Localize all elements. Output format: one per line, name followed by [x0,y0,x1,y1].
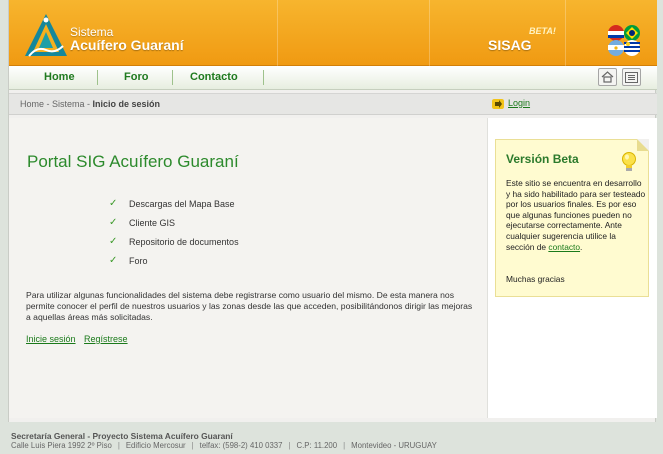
breadcrumb-bar: Home - Sistema - Inicio de sesión Login [9,93,657,115]
breadcrumb: Home - Sistema - Inicio de sesión [20,99,160,109]
app-name: SISAG [488,37,532,53]
page-frame: Sistema Acuífero Guaraní BETA! SISAG Hom… [8,0,657,422]
footer-org: Secretaría General - Proyecto Sistema Ac… [11,431,233,441]
check-icon: ✓ [109,255,118,266]
nav-separator [97,70,98,85]
list-icon [625,71,638,83]
footer-street: Calle Luis Piera 1992 2º Piso [11,441,112,450]
beta-message: Este sitio se encuentra en desarrollo y … [506,178,646,252]
feature-list: ✓ Descargas del Mapa Base ✓ Cliente GIS ✓ R… [109,194,239,270]
home-icon-button[interactable] [598,68,617,86]
brand-title: Acuífero Guaraní [70,37,184,53]
check-icon: ✓ [109,198,118,209]
registration-info: Para utilizar algunas funcionalidades de… [26,290,473,322]
contact-link[interactable]: contacto [548,242,580,252]
footer-separator: | [288,441,291,450]
header-divider [429,0,430,66]
login-link[interactable]: Inicie sesión [26,334,76,344]
login-link[interactable]: Login [508,98,530,108]
footer-separator: | [117,441,120,450]
list-item: ✓ Foro [109,251,239,270]
aquifer-logo-icon[interactable] [23,12,69,60]
footer-address: Calle Luis Piera 1992 2º Piso | Edificio M… [11,441,437,450]
beta-text: Este sitio se encuentra en desarrollo y … [506,178,646,252]
breadcrumb-home[interactable]: Home [20,99,44,109]
feature-label: Descargas del Mapa Base [129,198,235,209]
nav-contacto[interactable]: Contacto [190,71,238,83]
header-divider [277,0,278,66]
breadcrumb-current: Inicio de sesión [92,99,161,109]
footer-city: Montevideo - URUGUAY [351,441,437,450]
footer-phone: telfax: (598-2) 410 0337 [199,441,283,450]
main-content: Portal SIG Acuífero Guaraní ✓ Descargas d… [9,118,487,418]
nav-separator [263,70,264,85]
list-item: ✓ Repositorio de documentos [109,232,239,251]
breadcrumb-separator: - [84,99,93,109]
site-header: Sistema Acuífero Guaraní BETA! SISAG [9,0,657,66]
footer-separator: | [343,441,346,450]
beta-tag: BETA! [529,26,556,36]
nav-foro[interactable]: Foro [124,71,148,83]
check-icon: ✓ [109,217,118,228]
folded-corner [637,139,649,151]
nav-separator [172,70,173,85]
breadcrumb-section[interactable]: Sistema [52,99,85,109]
page-title: Portal SIG Acuífero Guaraní [27,152,239,171]
arrow-right-icon [492,99,504,109]
footer-postcode: C.P: 11.200 [296,441,338,450]
footer-separator: | [191,441,194,450]
header-divider [565,0,566,66]
register-link[interactable]: Regístrese [84,334,128,344]
breadcrumb-separator: - [44,99,53,109]
feature-label: Repositorio de documentos [129,236,239,247]
check-icon: ✓ [109,236,118,247]
main-nav: Home Foro Contacto [9,66,657,90]
list-item: ✓ Cliente GIS [109,213,239,232]
nav-home[interactable]: Home [44,71,75,83]
feature-label: Foro [129,255,148,266]
sitemap-icon-button[interactable] [622,68,641,86]
feature-label: Cliente GIS [129,217,176,228]
beta-title: Versión Beta [506,152,579,166]
footer-building: Edificio Mercosur [125,441,186,450]
beta-text-end: . [580,241,583,252]
auth-links: Inicie sesión Regístrese [26,334,134,344]
country-flags-icon [608,25,640,56]
lightbulb-icon [622,152,636,171]
list-item: ✓ Descargas del Mapa Base [109,194,239,213]
beta-thanks: Muchas gracias [506,274,565,284]
home-icon [601,71,614,83]
beta-notice: Versión Beta Este sitio se encuentra en … [495,139,649,297]
